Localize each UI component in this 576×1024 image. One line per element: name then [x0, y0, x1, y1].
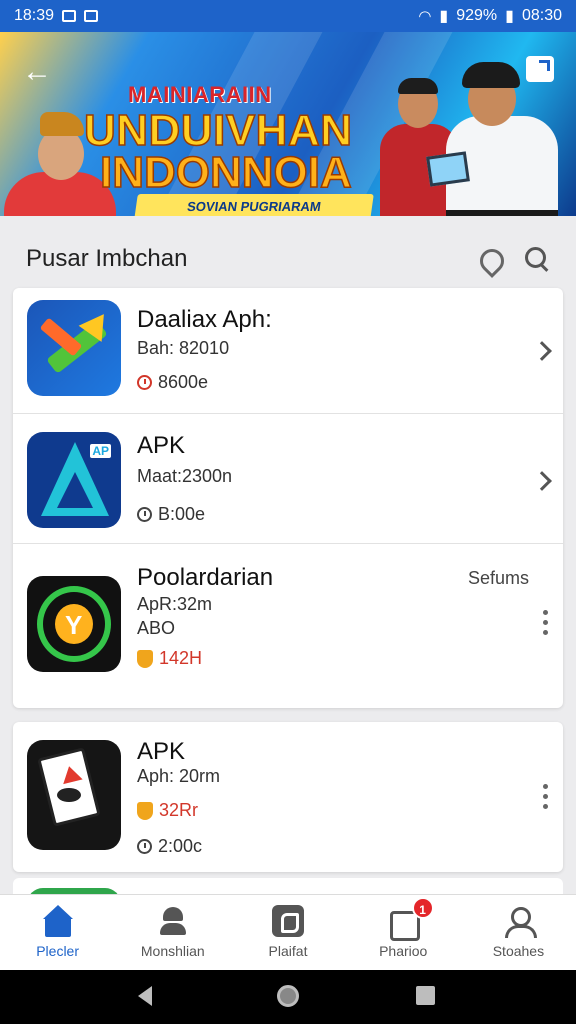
app-subtitle: Bah: 82010	[137, 338, 230, 358]
system-navigation-bar	[0, 970, 576, 1024]
back-button[interactable]: ←	[22, 54, 62, 94]
user-icon	[502, 905, 538, 938]
app-subtitle: Aph: 20rm	[137, 766, 221, 786]
header-actions	[478, 246, 550, 272]
banner-headline-2: INDONNOIA	[99, 147, 352, 198]
banner-small-title: MAINIARAIIN	[128, 82, 272, 107]
status-left: 18:39	[14, 7, 99, 25]
app-name: Daaliax Aph:	[137, 306, 272, 333]
list-item[interactable]: AP APK Maat:2300n B:00e	[13, 414, 563, 544]
system-recents-icon[interactable]	[416, 986, 435, 1005]
app-meta-2: 2:00c	[137, 836, 202, 857]
share-button[interactable]	[526, 56, 554, 82]
clock-icon	[137, 839, 152, 854]
section-header: Pusar Imbchan	[0, 216, 576, 288]
app-meta-value-2: 2:00c	[158, 836, 203, 856]
system-home-icon[interactable]	[277, 985, 299, 1007]
banner-tablet	[426, 151, 470, 187]
search-icon[interactable]	[524, 246, 550, 272]
nav-label: Plecler	[36, 943, 79, 959]
signal-icon: ▮	[439, 8, 449, 25]
nav-item-stoahes[interactable]: Stoahes	[461, 895, 576, 970]
system-back-icon[interactable]	[138, 986, 152, 1006]
app-meta-value: 142H	[159, 648, 203, 668]
more-vert-icon[interactable]	[543, 784, 549, 809]
list-item[interactable]: Y Poolardarian Sefums ApR:32m ABO 142H	[13, 544, 563, 706]
section-title: Pusar Imbchan	[26, 245, 188, 272]
clock-icon	[137, 507, 152, 522]
message-icon	[84, 10, 99, 22]
notification-badge: 1	[411, 897, 434, 919]
person-icon	[157, 905, 189, 937]
list-item[interactable]: Daaliax Aph: Bah: 82010 8600e	[13, 288, 563, 414]
app-side-label: Sefums	[467, 568, 529, 588]
more-vert-icon[interactable]	[543, 610, 549, 635]
nav-label: Monshlian	[140, 943, 205, 959]
app-subtitle-2: ABO	[137, 618, 176, 638]
banner-ribbon: SOVIAN PUGRIARAM IINGDONIGARAN	[134, 194, 374, 216]
app-meta-value: 8600e	[158, 372, 209, 392]
nav-label: Pharioo	[379, 943, 428, 959]
list-item[interactable]: APK Aph: 20rm 32Rr 2:00c	[13, 722, 563, 872]
banner-man-hair	[398, 78, 438, 94]
arrow-left-icon: ←	[22, 55, 52, 88]
app-list-card: Daaliax Aph: Bah: 82010 8600e AP APK Maa…	[13, 288, 563, 708]
banner-officer-cap	[462, 62, 520, 88]
home-icon	[42, 905, 74, 937]
wifi-icon: ◠	[418, 8, 432, 25]
app-icon-apk: AP	[27, 432, 121, 528]
status-bar: 18:39 ◠ ▮ 929% ▮ 08:30	[0, 0, 576, 32]
nav-item-plecler[interactable]: Plecler	[0, 895, 115, 970]
chevron-right-icon[interactable]	[532, 471, 552, 491]
nav-label: Stoahes	[492, 943, 545, 959]
nav-item-monshlian[interactable]: Monshlian	[115, 895, 230, 970]
status-time-left: 18:39	[14, 7, 55, 24]
app-list-card: APK Aph: 20rm 32Rr 2:00c	[13, 722, 563, 872]
app-name: APK	[137, 738, 186, 765]
nav-item-plaifat[interactable]: Plaifat	[230, 895, 345, 970]
app-icon-game: Y	[27, 576, 121, 672]
battery-icon: ▮	[505, 8, 514, 25]
app-name: Poolardarian	[137, 564, 274, 591]
phone-icon	[272, 905, 304, 937]
app-meta-value: 32Rr	[159, 800, 199, 820]
app-subtitle: ApR:32m	[137, 594, 213, 614]
bottom-navigation: Plecler Monshlian Plaifat 1 Pharioo Stoa…	[0, 894, 576, 970]
app-meta: B:00e	[137, 504, 205, 525]
app-name: APK	[137, 432, 186, 459]
banner-kid-hat	[40, 112, 84, 136]
clock-icon	[137, 375, 152, 390]
app-icon-cards	[27, 740, 121, 850]
shield-icon	[137, 801, 153, 820]
app-meta-value: B:00e	[158, 504, 206, 524]
status-time-right: 08:30	[521, 7, 562, 24]
app-meta: 32Rr	[137, 800, 198, 821]
hero-banner[interactable]: MAINIARAIIN UNDUIVHAN INDONNOIA SOVIAN P…	[0, 32, 576, 216]
favorite-icon[interactable]	[478, 247, 502, 271]
battery-percent: 929%	[456, 7, 498, 24]
app-icon-tools	[27, 300, 121, 396]
app-meta: 8600e	[137, 372, 208, 393]
nav-label: Plaifat	[268, 943, 308, 959]
chevron-right-icon[interactable]	[532, 341, 552, 361]
nav-item-pharioo[interactable]: 1 Pharioo	[346, 895, 461, 970]
notification-icon	[62, 10, 77, 22]
shield-icon	[137, 649, 153, 668]
app-meta: 142H	[137, 648, 202, 669]
app-subtitle: Maat:2300n	[137, 466, 233, 486]
status-right: ◠ ▮ 929% ▮ 08:30	[418, 6, 562, 26]
